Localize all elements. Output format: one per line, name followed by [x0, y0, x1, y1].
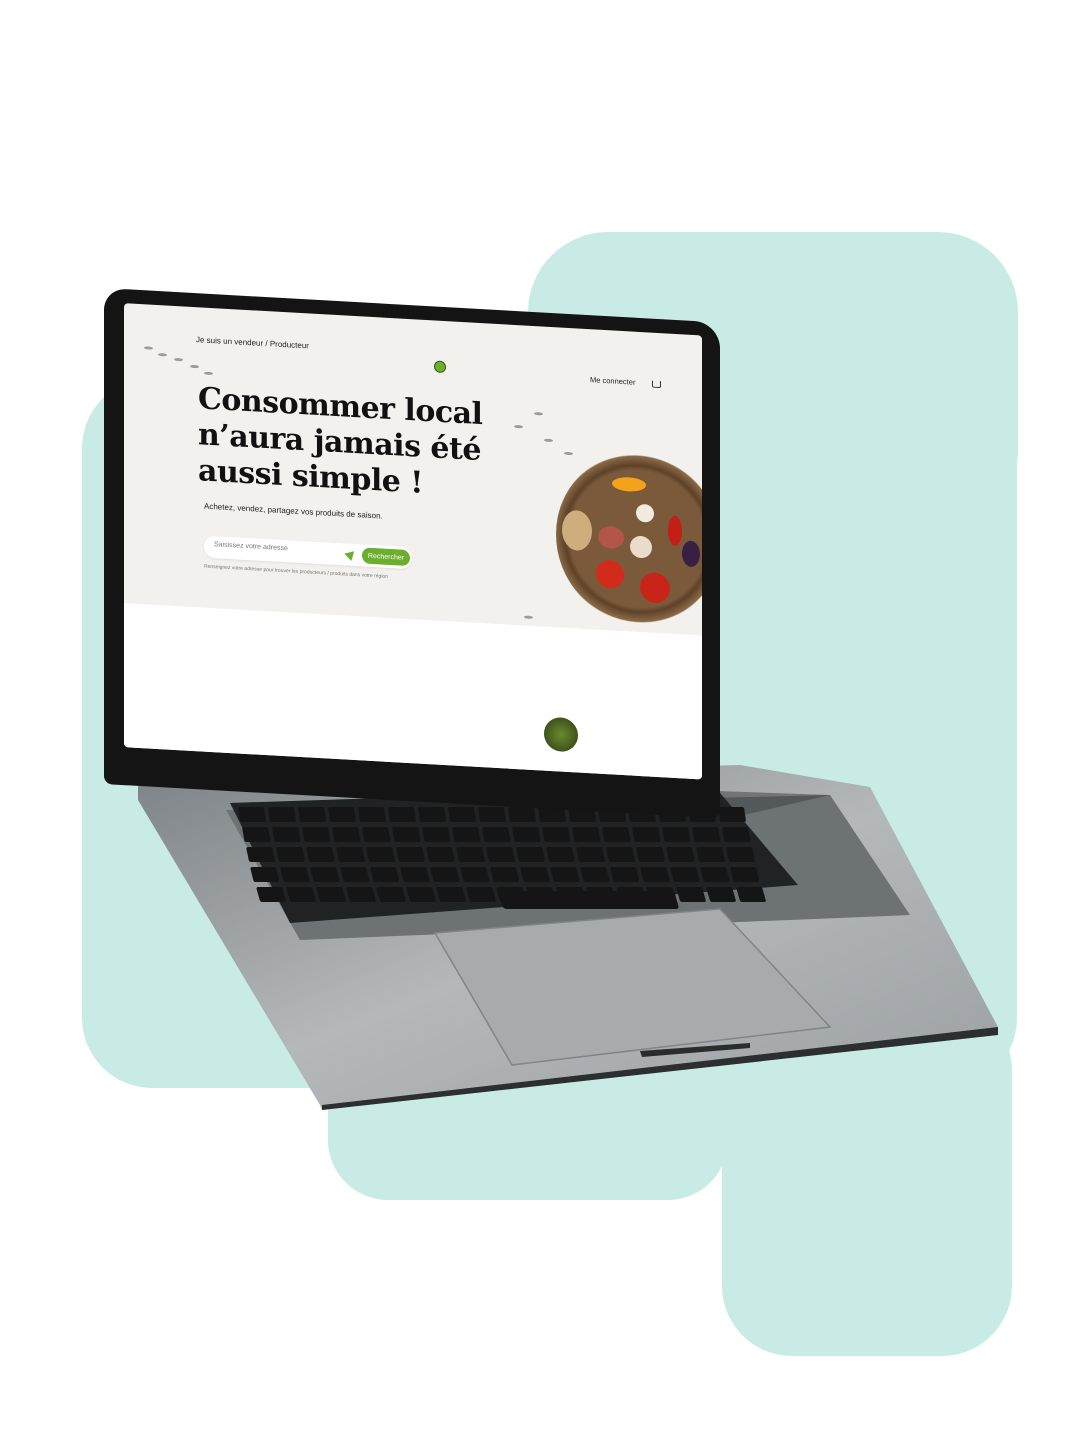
- decor-dash: [564, 451, 573, 456]
- cart-icon[interactable]: [652, 380, 661, 389]
- tomato: [596, 559, 624, 590]
- garlic: [636, 503, 654, 523]
- ginger: [562, 509, 592, 552]
- keyboard: [238, 807, 767, 909]
- laptop-lid: Je suis un vendeur / Producteur Me conne…: [104, 288, 720, 819]
- address-input[interactable]: [214, 541, 334, 555]
- hero-title: Consommer local n’aura jamais été aussi …: [198, 381, 498, 506]
- location-arrow-icon[interactable]: [344, 547, 358, 562]
- vegetable-basket-image: [556, 449, 702, 629]
- hero-subtitle: Achetez, vendez, partagez vos produits d…: [204, 501, 383, 521]
- eggplant: [682, 540, 700, 568]
- decor-dash: [544, 438, 553, 443]
- seller-link[interactable]: Je suis un vendeur / Producteur: [196, 335, 309, 350]
- decor-dash: [534, 412, 543, 416]
- laptop-screen: Je suis un vendeur / Producteur Me conne…: [124, 303, 702, 780]
- decor-dash: [524, 615, 533, 619]
- tomato: [640, 571, 670, 604]
- potato: [598, 525, 624, 550]
- laptop-base: [130, 765, 1000, 1110]
- address-search: Rechercher: [204, 535, 412, 570]
- login-link[interactable]: Me connecter: [590, 375, 635, 387]
- search-button[interactable]: Rechercher: [362, 547, 410, 567]
- pepper: [668, 515, 682, 547]
- leaf-logo-icon[interactable]: [434, 360, 446, 374]
- decor-dash: [514, 424, 523, 429]
- hero-bottom-wave: [124, 603, 702, 780]
- onion: [630, 535, 652, 559]
- pepper: [612, 476, 646, 493]
